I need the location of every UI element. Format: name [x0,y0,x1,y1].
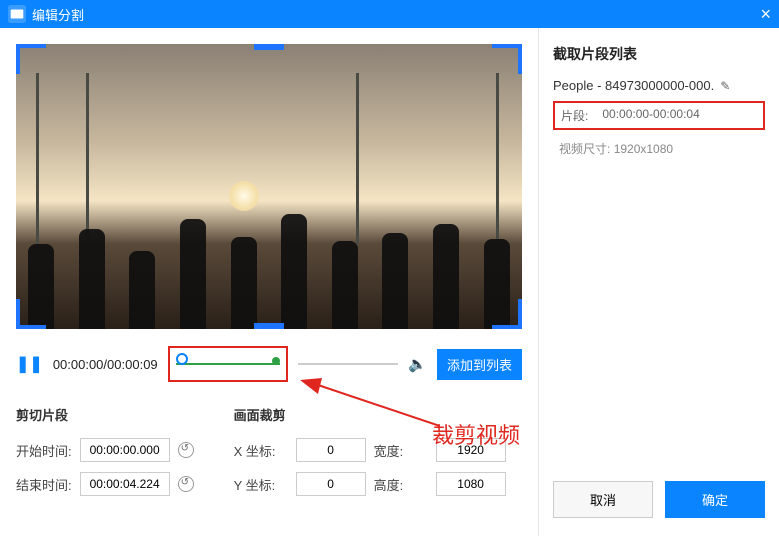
add-to-list-button[interactable]: 添加到列表 [437,349,522,380]
trim-handle-start[interactable] [176,353,188,365]
segment-range-row[interactable]: 片段: 00:00:00-00:00:04 [553,101,765,130]
ok-button[interactable]: 确定 [665,481,765,518]
trim-handle-end[interactable] [272,357,280,365]
crop-handle-tr[interactable] [492,44,522,74]
playback-time: 00:00:00/00:00:09 [53,357,158,372]
crop-handle-bottom[interactable] [254,323,284,329]
title-bar: 编辑分割 × [0,0,779,28]
pause-icon[interactable]: ❚❚ [16,354,43,374]
segment-list-title: 截取片段列表 [553,44,765,64]
crop-handle-bl[interactable] [16,299,46,329]
cancel-button[interactable]: 取消 [553,481,653,518]
segment-range: 00:00:00-00:00:04 [602,107,699,124]
start-time-input[interactable] [80,438,170,462]
reset-start-icon[interactable] [178,442,194,458]
close-icon[interactable]: × [760,4,771,25]
crop-handle-top[interactable] [254,44,284,50]
end-time-input[interactable] [80,472,170,496]
width-label: 宽度: [374,441,428,460]
x-input[interactable] [296,438,366,462]
clip-section-title: 剪切片段 [16,405,194,424]
x-label: X 坐标: [234,441,288,460]
start-time-label: 开始时间: [16,441,72,460]
crop-handle-tl[interactable] [16,44,46,74]
annotation-text: 裁剪视频 [432,418,520,450]
segment-file-row[interactable]: People - 84973000000-000. ✎ [553,78,765,93]
crop-handle-br[interactable] [492,299,522,329]
clip-section: 剪切片段 开始时间: 结束时间: [16,405,194,506]
height-input[interactable] [436,472,506,496]
reset-end-icon[interactable] [178,476,194,492]
window-title: 编辑分割 [32,5,84,24]
end-time-label: 结束时间: [16,475,72,494]
segment-label: 片段: [561,107,588,124]
segment-dimensions-row: 视频尺寸: 1920x1080 [553,136,765,161]
timeline-track[interactable] [298,363,399,365]
y-label: Y 坐标: [234,475,288,494]
height-label: 高度: [374,475,428,494]
segment-file-name: People - 84973000000-000. [553,78,714,93]
edit-icon[interactable]: ✎ [720,79,730,93]
video-preview[interactable] [16,44,522,329]
app-logo-icon [8,5,26,23]
y-input[interactable] [296,472,366,496]
volume-icon[interactable]: 🔈 [408,355,427,373]
trim-slider[interactable] [168,346,288,382]
